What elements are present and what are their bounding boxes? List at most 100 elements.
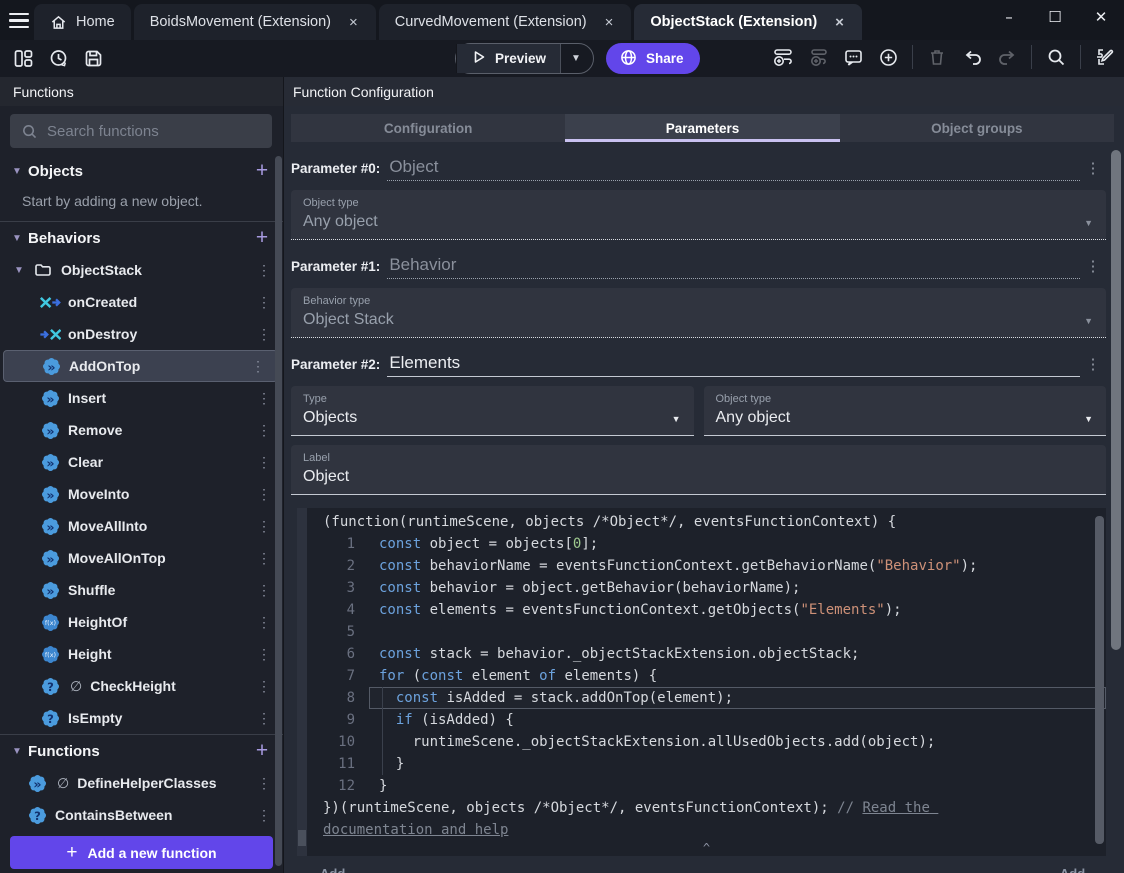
preview-button[interactable]: Preview ▼ xyxy=(455,43,594,74)
sidebar-item-heightof[interactable]: f(x) HeightOf ⋮ xyxy=(0,606,283,638)
search-icon[interactable] xyxy=(1045,46,1067,68)
tab-configuration[interactable]: Configuration xyxy=(291,114,565,142)
save-icon[interactable] xyxy=(82,47,104,69)
tab-object-groups[interactable]: Object groups xyxy=(840,114,1114,142)
sidebar-item-clear[interactable]: » Clear ⋮ xyxy=(0,446,283,478)
sidebar-item-isempty[interactable]: ? IsEmpty ⋮ xyxy=(0,702,283,734)
private-icon: ∅ xyxy=(70,677,83,694)
sidebar-item-moveinto[interactable]: » MoveInto ⋮ xyxy=(0,478,283,510)
share-button[interactable]: Share xyxy=(605,43,701,74)
kebab-menu-icon[interactable]: ⋮ xyxy=(253,550,275,567)
kebab-menu-icon[interactable]: ⋮ xyxy=(253,326,275,343)
tab-close-icon[interactable]: × xyxy=(833,14,846,31)
kebab-menu-icon[interactable]: ⋮ xyxy=(247,358,269,375)
maximize-button[interactable]: ☐ xyxy=(1032,8,1078,26)
search-functions-input[interactable] xyxy=(47,122,247,140)
titlebar-tab-boidsmovement[interactable]: BoidsMovement (Extension) × xyxy=(133,4,376,40)
sidebar-item-checkheight[interactable]: ? ∅ CheckHeight ⋮ xyxy=(0,670,283,702)
parameter-name-field[interactable]: Behavior xyxy=(389,255,456,274)
kebab-menu-icon[interactable]: ⋮ xyxy=(253,646,275,663)
sidebar-item-addontop[interactable]: » AddOnTop ⋮ xyxy=(3,350,278,382)
main-menu-icon[interactable] xyxy=(0,3,34,38)
sidebar-item-shuffle[interactable]: » Shuffle ⋮ xyxy=(0,574,283,606)
kebab-menu-icon[interactable]: ⋮ xyxy=(253,678,275,695)
kebab-menu-icon[interactable]: ⋮ xyxy=(253,390,275,407)
sidebar-item-height[interactable]: f(x) Height ⋮ xyxy=(0,638,283,670)
line-number: 8 xyxy=(346,690,355,706)
sidebar-item-oncreated[interactable]: onCreated ⋮ xyxy=(0,286,283,318)
svg-text:f(x): f(x) xyxy=(44,619,55,627)
add-event-icon[interactable] xyxy=(772,46,794,68)
parameter-block: Parameter #0: Object ⋮ Object type Any obj… xyxy=(291,157,1106,240)
code-line: 6 const stack = behavior._objectStackExte… xyxy=(307,643,1106,665)
kebab-menu-icon[interactable]: ⋮ xyxy=(253,775,275,792)
sidebar-item-remove[interactable]: » Remove ⋮ xyxy=(0,414,283,446)
code-line: 11 } xyxy=(307,753,1106,775)
titlebar-tab-home[interactable]: Home xyxy=(34,4,131,40)
undo-icon[interactable] xyxy=(961,46,983,68)
kebab-menu-icon[interactable]: ⋮ xyxy=(253,614,275,631)
preview-options-chevron-icon[interactable]: ▼ xyxy=(560,44,593,73)
edit-extension-icon[interactable] xyxy=(1094,46,1116,68)
gear-action-icon: » xyxy=(39,387,61,409)
field-behavior-type: Behavior type Object Stack ▼ xyxy=(291,288,1106,338)
lifecycle-created-icon xyxy=(39,291,61,313)
kebab-menu-icon[interactable]: ⋮ xyxy=(253,294,275,311)
kebab-menu-icon[interactable]: ⋮ xyxy=(253,518,275,535)
history-icon[interactable] xyxy=(47,47,69,69)
kebab-menu-icon[interactable]: ⋮ xyxy=(253,807,275,824)
titlebar-tab-curvedmovement[interactable]: CurvedMovement (Extension) × xyxy=(378,4,632,40)
svg-text:»: » xyxy=(46,551,54,566)
code-editor-scrollbar[interactable] xyxy=(1095,516,1104,844)
search-functions-box[interactable] xyxy=(10,114,272,148)
parameter-kebab-menu-icon[interactable]: ⋮ xyxy=(1080,257,1106,279)
objects-section-header[interactable]: ▼ Objects + xyxy=(0,155,283,187)
kebab-menu-icon[interactable]: ⋮ xyxy=(253,422,275,439)
behavior-group-objectstack[interactable]: ▼ ObjectStack ⋮ xyxy=(0,254,283,286)
field-object-type[interactable]: Object type Any object ▼ xyxy=(703,386,1106,436)
parameter-name-field[interactable]: Elements xyxy=(389,353,460,372)
sidebar-item-insert[interactable]: » Insert ⋮ xyxy=(0,382,283,414)
sidebar-item-definehelperclasses[interactable]: » ∅ DefineHelperClasses ⋮ xyxy=(0,767,283,799)
main-panel-scrollbar[interactable] xyxy=(1111,150,1121,650)
sidebar-item-moveallinto[interactable]: » MoveAllInto ⋮ xyxy=(0,510,283,542)
parameter-block: Parameter #2: Elements ⋮ Type Objects ▼ Obje… xyxy=(291,353,1106,495)
parameter-index-label: Parameter #2: xyxy=(291,357,381,372)
minimize-button[interactable]: – xyxy=(986,8,1032,26)
panels-layout-icon[interactable] xyxy=(12,47,34,69)
svg-text:»: » xyxy=(46,519,54,534)
add-new-function-button[interactable]: + Add a new function xyxy=(10,836,273,869)
kebab-menu-icon[interactable]: ⋮ xyxy=(253,582,275,599)
tab-parameters[interactable]: Parameters xyxy=(565,114,840,142)
kebab-menu-icon[interactable]: ⋮ xyxy=(253,710,275,727)
titlebar: Home BoidsMovement (Extension) × CurvedMove… xyxy=(0,0,1124,40)
behaviors-section-header[interactable]: ▼ Behaviors + xyxy=(0,222,283,254)
gear-action-icon: » xyxy=(40,355,62,377)
sidebar-scrollbar[interactable] xyxy=(275,156,282,866)
add-behavior-button[interactable]: + xyxy=(251,227,273,248)
add-circle-icon[interactable] xyxy=(877,46,899,68)
functions-section-header[interactable]: ▼ Functions + xyxy=(0,735,283,767)
editor-collapse-caret[interactable]: ^ xyxy=(307,841,1106,855)
parameter-kebab-menu-icon[interactable]: ⋮ xyxy=(1080,159,1106,181)
add-comment-icon[interactable] xyxy=(842,46,864,68)
sidebar-item-moveallontop[interactable]: » MoveAllOnTop ⋮ xyxy=(0,542,283,574)
field-label[interactable]: Label Object xyxy=(291,445,1106,495)
gear-action-icon: » xyxy=(39,579,61,601)
field-type[interactable]: Type Objects ▼ xyxy=(291,386,694,436)
kebab-menu-icon[interactable]: ⋮ xyxy=(253,454,275,471)
parameter-name-field[interactable]: Object xyxy=(389,157,438,176)
tab-close-icon[interactable]: × xyxy=(347,14,360,31)
javascript-code-editor[interactable]: (function(runtimeScene, objects /*Object… xyxy=(307,508,1106,856)
titlebar-tab-objectstack[interactable]: ObjectStack (Extension) × xyxy=(634,4,862,40)
parameter-kebab-menu-icon[interactable]: ⋮ xyxy=(1080,355,1106,377)
kebab-menu-icon[interactable]: ⋮ xyxy=(253,262,275,279)
add-object-button[interactable]: + xyxy=(251,160,273,181)
collapse-arrow-icon: ▼ xyxy=(12,745,22,757)
kebab-menu-icon[interactable]: ⋮ xyxy=(253,486,275,503)
sidebar-item-containsbetween[interactable]: ? ContainsBetween ⋮ xyxy=(0,799,283,831)
close-button[interactable]: ✕ xyxy=(1078,8,1124,26)
tab-close-icon[interactable]: × xyxy=(603,14,616,31)
sidebar-item-ondestroy[interactable]: onDestroy ⋮ xyxy=(0,318,283,350)
add-free-function-button[interactable]: + xyxy=(251,740,273,761)
